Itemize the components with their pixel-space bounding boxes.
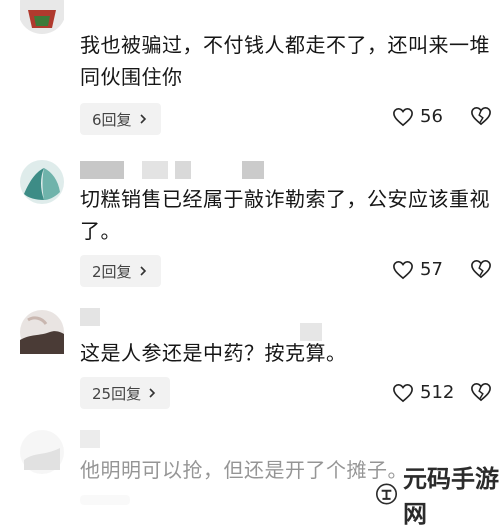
reply-count-button[interactable]: 6回复 <box>80 103 161 135</box>
dislike-button[interactable] <box>470 106 492 130</box>
reply-count-label: 6回复 <box>92 110 132 129</box>
comment-item: 我也被骗过，不付钱人都走不了，还叫来一堆同伙围住你 6回复 56 <box>0 0 500 140</box>
name-mask <box>142 161 168 179</box>
name-mask <box>80 161 124 179</box>
name-mask <box>80 308 100 326</box>
dislike-button[interactable] <box>470 382 492 406</box>
avatar[interactable] <box>20 310 64 354</box>
heart-outline-icon <box>393 260 413 279</box>
dislike-button[interactable] <box>470 259 492 283</box>
reply-count-button[interactable]: 2回复 <box>80 255 161 287</box>
reply-count-label: 25回复 <box>92 384 142 403</box>
chevron-right-icon <box>149 388 156 398</box>
comment-text: 切糕销售已经属于敲诈勒索了，公安应该重视了。 <box>80 187 490 243</box>
username-placeholder[interactable] <box>80 430 140 448</box>
like-count: 512 <box>420 382 455 403</box>
username-placeholder[interactable] <box>80 308 140 326</box>
heart-outline-icon <box>393 107 413 126</box>
broken-heart-icon <box>471 259 491 279</box>
avatar[interactable] <box>20 160 64 204</box>
chevron-right-icon <box>139 114 146 124</box>
reply-count-button[interactable]: 25回复 <box>80 377 171 409</box>
like-button[interactable]: 56 <box>392 106 443 127</box>
comment-text: 这是人参还是中药？按克算。 <box>80 341 347 365</box>
reply-count-button[interactable] <box>80 495 130 505</box>
comment-item: 这是人参还是中药？按克算。 25回复 512 <box>0 305 500 425</box>
broken-heart-icon <box>471 382 491 402</box>
like-button[interactable]: 512 <box>392 382 454 403</box>
like-count: 56 <box>420 106 443 127</box>
avatar[interactable] <box>20 430 64 474</box>
name-mask <box>80 430 100 448</box>
heart-outline-icon <box>393 383 413 402</box>
comment-text: 我也被骗过，不付钱人都走不了，还叫来一堆同伙围住你 <box>80 33 490 89</box>
comment-item: 切糕销售已经属于敲诈勒索了，公安应该重视了。 2回复 57 <box>0 155 500 341</box>
like-count: 57 <box>420 259 443 280</box>
name-mask <box>242 161 264 179</box>
watermark-logo-icon <box>376 483 398 505</box>
chevron-right-icon <box>139 266 146 276</box>
username-placeholder[interactable] <box>80 161 270 179</box>
broken-heart-icon <box>471 106 491 126</box>
avatar[interactable] <box>20 0 64 40</box>
name-mask <box>175 161 191 179</box>
site-watermark: 元码手游网 <box>376 459 500 529</box>
reply-count-label: 2回复 <box>92 262 132 281</box>
watermark-text: 元码手游网 <box>403 465 500 528</box>
like-button[interactable]: 57 <box>392 259 443 280</box>
